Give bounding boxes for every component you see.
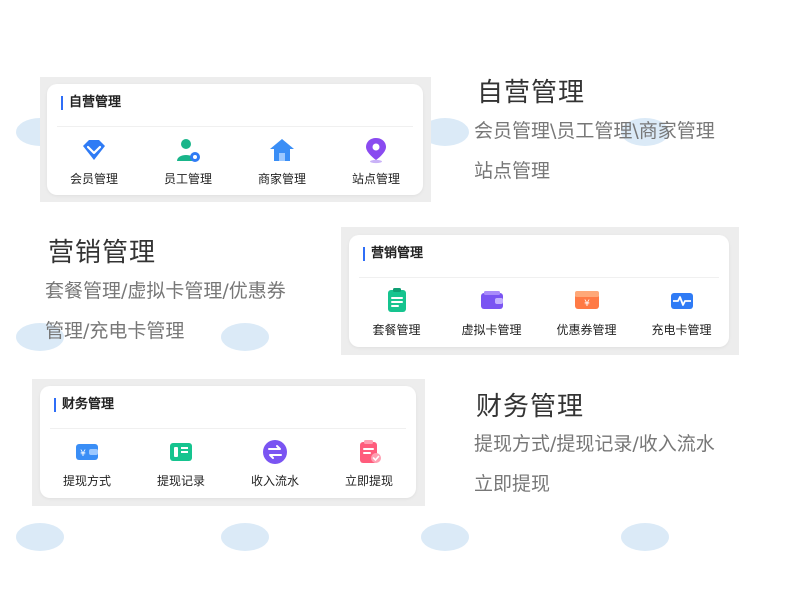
package-management-item[interactable]: 套餐管理 [357, 287, 437, 338]
withdraw-record-item[interactable]: 提现记录 [141, 438, 221, 489]
item-label: 虚拟卡管理 [461, 323, 522, 337]
house-icon [270, 139, 294, 161]
section-description: 套餐管理/虚拟卡管理/优惠券 管理/充电卡管理 [45, 271, 286, 351]
item-label: 充电卡管理 [651, 323, 712, 337]
card-title: 营销管理 [363, 247, 423, 261]
charge-card-management-item[interactable]: 充电卡管理 [642, 287, 722, 338]
item-label: 商家管理 [257, 172, 306, 186]
item-label: 立即提现 [344, 474, 393, 488]
svg-text:¥: ¥ [584, 299, 590, 309]
exchange-arrows-icon [263, 440, 287, 464]
coupon-management-item[interactable]: ¥ 优惠券管理 [547, 287, 627, 338]
vip-diamond-icon [83, 140, 105, 160]
item-label: 提现记录 [156, 474, 205, 488]
section-title: 自营管理 [477, 78, 586, 108]
clipboard-check-icon [360, 440, 381, 463]
section-description: 会员管理\员工管理\商家管理 站点管理 [474, 111, 715, 191]
item-label: 收入流水 [250, 474, 299, 488]
item-label: 站点管理 [351, 172, 400, 186]
withdraw-method-item[interactable]: ¥ 提现方式 [47, 438, 127, 489]
divider [57, 126, 413, 127]
income-flow-item[interactable]: 收入流水 [235, 438, 315, 489]
item-label: 套餐管理 [372, 323, 421, 337]
section-title: 营销管理 [48, 238, 157, 268]
watermark-icon [221, 523, 269, 551]
item-label: 优惠券管理 [556, 323, 617, 337]
watermark-icon [621, 523, 669, 551]
section-title: 财务管理 [476, 392, 585, 422]
coupon-yen-icon: ¥ [574, 291, 599, 309]
staff-gear-icon [177, 139, 200, 162]
description-line: 提现方式/提现记录/收入流水 [474, 433, 715, 455]
svg-text:¥: ¥ [80, 449, 86, 459]
self-operated-card: 自营管理 会员管理 员工管理 商家管理 站点管理 [47, 84, 423, 195]
member-management-item[interactable]: 会员管理 [54, 136, 134, 187]
virtual-card-management-item[interactable]: 虚拟卡管理 [452, 287, 532, 338]
yen-wallet-icon: ¥ [76, 444, 98, 460]
watermark-icon [421, 523, 469, 551]
description-line: 会员管理\员工管理\商家管理 [474, 120, 715, 142]
checklist-icon [387, 288, 406, 312]
divider [50, 428, 406, 429]
finance-card: 财务管理 ¥ 提现方式 提现记录 收入流水 立即提现 [40, 386, 416, 498]
pulse-card-icon [670, 293, 693, 309]
merchant-management-item[interactable]: 商家管理 [242, 136, 322, 187]
wallet-card-icon [480, 291, 503, 309]
description-line: 套餐管理/虚拟卡管理/优惠券 [45, 280, 286, 302]
staff-management-item[interactable]: 员工管理 [148, 136, 228, 187]
description-line: 站点管理 [474, 160, 551, 182]
description-line: 管理/充电卡管理 [45, 320, 185, 342]
card-title: 财务管理 [54, 398, 114, 412]
marketing-card: 营销管理 套餐管理 虚拟卡管理 ¥ 优惠券管理 充电卡管理 [349, 235, 729, 347]
item-label: 提现方式 [62, 474, 111, 488]
watermark-icon [16, 523, 64, 551]
withdraw-now-item[interactable]: 立即提现 [329, 438, 409, 489]
card-title: 自营管理 [61, 96, 121, 110]
description-line: 立即提现 [474, 473, 551, 495]
site-management-item[interactable]: 站点管理 [336, 136, 416, 187]
section-description: 提现方式/提现记录/收入流水 立即提现 [474, 424, 715, 504]
item-label: 会员管理 [69, 172, 118, 186]
location-pin-icon [366, 138, 386, 164]
item-label: 员工管理 [163, 172, 212, 186]
receipt-card-icon [170, 443, 192, 461]
divider [359, 277, 719, 278]
